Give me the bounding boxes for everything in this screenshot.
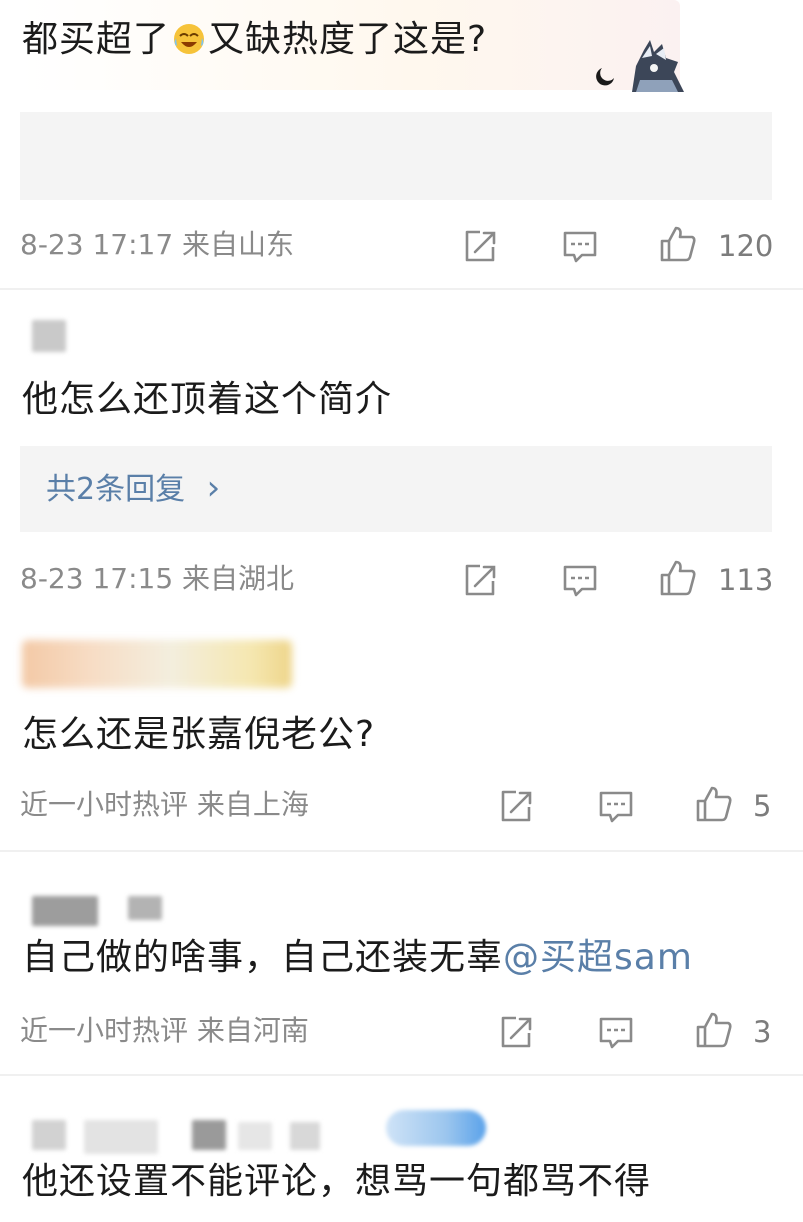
username-redacted: [22, 640, 292, 688]
comment-icon[interactable]: [560, 226, 600, 266]
comment-icon[interactable]: [596, 786, 636, 826]
share-icon[interactable]: [460, 560, 500, 600]
comment-text: 他怎么还顶着这个简介: [22, 379, 393, 420]
comment-1: 都买超了 又缺热度了这是? 8-23 17:17 来自山东 120: [0, 0, 803, 290]
cry-laugh-emoji: [172, 22, 206, 56]
share-icon[interactable]: [496, 1012, 536, 1052]
like-count: 3: [753, 1015, 772, 1049]
user-badge-redacted: [386, 1110, 486, 1146]
comment-meta: 近一小时热评 来自河南: [20, 1014, 309, 1047]
mention-link[interactable]: @买超sam: [503, 937, 693, 978]
comment-icon[interactable]: [560, 560, 600, 600]
share-icon[interactable]: [460, 226, 500, 266]
username-redacted: [32, 896, 98, 926]
comment-text: 都买超了 又缺热度了这是?: [22, 19, 488, 60]
replies-box[interactable]: 共2条回复 ›: [20, 446, 772, 532]
sticker-image: [592, 38, 688, 94]
divider: [0, 288, 803, 290]
thumbs-up-icon[interactable]: [658, 558, 698, 598]
comment-text: 自己做的啥事，自己还装无辜@买超sam: [22, 937, 693, 978]
comment-meta: 8-23 17:17 来自山东: [20, 228, 295, 261]
like-count: 120: [718, 229, 774, 263]
thumbs-up-icon[interactable]: [694, 784, 734, 824]
thumbs-up-icon[interactable]: [658, 224, 698, 264]
username-redacted: [128, 896, 162, 920]
username-redacted: [32, 1120, 66, 1150]
chevron-right-icon: ›: [206, 468, 221, 508]
blurred-content-box: [20, 112, 772, 200]
comment-meta: 8-23 17:15 来自湖北: [20, 562, 295, 595]
comment-icon[interactable]: [596, 1012, 636, 1052]
view-replies-link[interactable]: 共2条回复 ›: [46, 470, 220, 508]
username-redacted: [290, 1122, 320, 1150]
username-redacted: [192, 1120, 226, 1150]
username-redacted: [84, 1120, 158, 1154]
divider: [0, 850, 803, 852]
comment-text: 怎么还是张嘉倪老公?: [22, 714, 376, 755]
share-icon[interactable]: [496, 786, 536, 826]
like-count: 113: [718, 563, 774, 597]
like-count: 5: [753, 789, 772, 823]
username-redacted: [32, 320, 66, 352]
comment-text: 他还设置不能评论，想骂一句都骂不得: [22, 1161, 652, 1202]
divider: [0, 1074, 803, 1076]
username-redacted: [238, 1122, 272, 1150]
comment-meta: 近一小时热评 来自上海: [20, 788, 309, 821]
thumbs-up-icon[interactable]: [694, 1010, 734, 1050]
